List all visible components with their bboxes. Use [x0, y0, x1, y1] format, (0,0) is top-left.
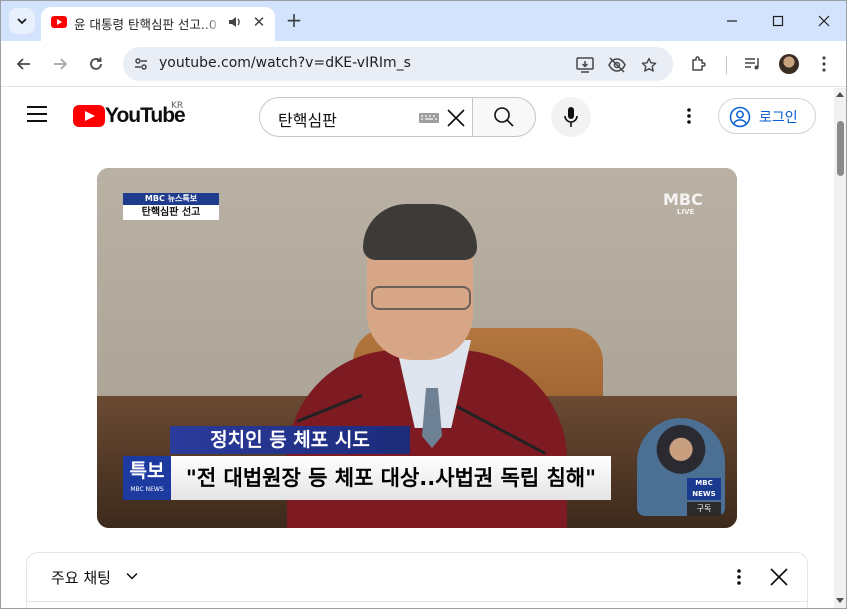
tab-title: 윤 대통령 탄핵심판 선고..0: [74, 17, 217, 32]
close-icon: [770, 568, 788, 586]
youtube-logo-icon[interactable]: [73, 105, 105, 127]
video-glasses: [371, 286, 471, 310]
keyboard-icon[interactable]: [418, 110, 440, 126]
minimize-button[interactable]: [709, 1, 755, 41]
address-bar[interactable]: youtube.com/watch?v=dKE-vIRIm_s: [123, 47, 673, 81]
media-controls-icon[interactable]: [742, 53, 764, 75]
eye-off-icon[interactable]: [607, 55, 627, 75]
settings-more-button[interactable]: [677, 104, 701, 128]
search-query[interactable]: 탄핵심판: [278, 107, 337, 131]
toolbar-divider: [726, 56, 727, 74]
new-tab-button[interactable]: +: [283, 9, 305, 31]
active-tab[interactable]: 윤 대통령 탄핵심판 선고..0 ✕: [41, 7, 275, 41]
search-button[interactable]: [472, 97, 536, 137]
youtube-masthead: YouTube KR 탄핵심판 로그인: [1, 88, 834, 144]
site-info-button[interactable]: [131, 54, 151, 74]
live-chat-panel: 주요 채팅: [26, 552, 808, 608]
arrow-right-icon: [54, 58, 68, 70]
tab-close-icon[interactable]: ✕: [251, 14, 267, 30]
caption-main: "전 대법원장 등 체포 대상..사법권 독립 침해": [171, 456, 611, 500]
voice-search-button[interactable]: [551, 97, 591, 137]
interpreter-logo: MBC NEWS: [687, 478, 721, 500]
chat-close-button[interactable]: [767, 565, 791, 589]
live-label: LIVE: [677, 208, 695, 216]
news-badge-top: MBC 뉴스특보: [123, 193, 219, 205]
url-text[interactable]: youtube.com/watch?v=dKE-vIRIm_s: [159, 55, 411, 71]
install-app-icon[interactable]: [575, 55, 595, 75]
close-window-button[interactable]: [801, 1, 846, 41]
speaker-icon[interactable]: [228, 15, 242, 29]
video-judge-hair: [363, 204, 477, 260]
special-report-sub: MBC NEWS: [130, 486, 164, 493]
channel-watermark: MBC: [663, 190, 703, 209]
chevron-down-icon: [17, 18, 27, 25]
chat-more-button[interactable]: [727, 565, 751, 589]
forward-button[interactable]: [47, 51, 73, 77]
maximize-button[interactable]: [755, 1, 801, 41]
scroll-down-icon[interactable]: [836, 598, 844, 603]
more-vert-icon: [737, 569, 741, 585]
special-report-tag: 특보 MBC NEWS: [123, 456, 171, 500]
page-scrollbar[interactable]: [834, 88, 846, 608]
chevron-down-icon[interactable]: [125, 569, 139, 583]
chat-divider: [27, 601, 807, 602]
chat-mode-selector[interactable]: 주요 채팅: [51, 567, 111, 588]
extensions-icon[interactable]: [688, 53, 710, 75]
profile-avatar[interactable]: [779, 54, 799, 74]
video-subscribe-badge[interactable]: 구독: [687, 502, 721, 516]
menu-icon[interactable]: [27, 106, 47, 122]
tab-strip: 윤 대통령 탄핵심판 선고..0 ✕ +: [1, 1, 846, 41]
star-icon[interactable]: [639, 55, 659, 75]
account-circle-icon: [729, 106, 751, 128]
reload-icon: [90, 57, 102, 70]
search-icon: [494, 107, 514, 127]
close-icon: [818, 15, 830, 27]
video-player[interactable]: MBC 뉴스특보 탄핵심판 선고 MBC LIVE 정치인 등 체포 시도 특보…: [97, 168, 737, 528]
clear-search-icon[interactable]: [444, 106, 468, 130]
search-input[interactable]: 탄핵심판: [259, 97, 473, 137]
sign-in-button[interactable]: 로그인: [718, 98, 816, 134]
minimize-icon: [727, 20, 737, 22]
tune-icon: [135, 58, 147, 70]
news-badge-bottom: 탄핵심판 선고: [123, 205, 219, 220]
country-code: KR: [171, 101, 184, 111]
microphone-icon: [564, 107, 578, 127]
more-vert-icon: [687, 108, 691, 124]
tab-search-button[interactable]: [9, 8, 35, 34]
arrow-left-icon: [16, 58, 30, 70]
reload-button[interactable]: [83, 51, 109, 77]
scroll-thumb[interactable]: [837, 121, 844, 176]
caption-top: 정치인 등 체포 시도: [170, 426, 410, 454]
scroll-up-icon[interactable]: [836, 92, 844, 97]
browser-window: 윤 대통령 탄핵심판 선고..0 ✕ + youtube.com/watch?v…: [0, 0, 847, 609]
back-button[interactable]: [11, 51, 37, 77]
special-report-label: 특보: [129, 460, 165, 482]
browser-menu-icon[interactable]: [813, 53, 835, 75]
browser-toolbar: youtube.com/watch?v=dKE-vIRIm_s: [1, 41, 846, 87]
youtube-favicon-icon: [51, 16, 67, 28]
maximize-icon: [772, 15, 784, 27]
sign-in-label: 로그인: [759, 110, 798, 126]
